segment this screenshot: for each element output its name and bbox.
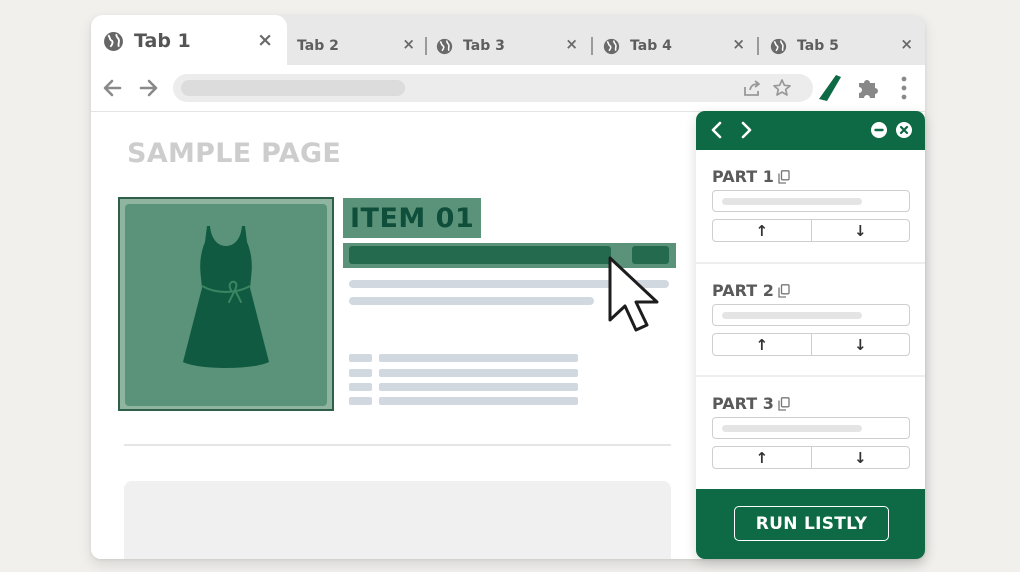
arrow-up-icon: ↑ [755,448,769,467]
back-arrow-icon[interactable] [102,77,124,99]
tab-2-close-icon[interactable]: × [402,35,415,53]
arrow-down-icon: ↓ [853,335,867,354]
mouse-pointer-icon [608,256,659,332]
tab-5[interactable]: Tab 5 × [770,31,913,61]
part-divider [696,375,925,377]
spec-label-line [349,383,372,391]
tab-1-label: Tab 1 [134,30,191,52]
tab-1[interactable]: Tab 1 × [91,15,287,67]
globe-icon [603,38,620,54]
spec-value-line [379,397,578,405]
copy-icon[interactable] [778,396,790,411]
part-3-label: PART 3 [712,394,774,413]
minus-icon [874,128,884,132]
content-placeholder-block [124,481,671,559]
content-divider [124,444,671,446]
part-3-move-up-button[interactable]: ↑ [713,447,811,468]
forward-arrow-icon[interactable] [137,77,159,99]
item-title[interactable]: ITEM 01 [343,198,482,238]
part-2-label-row: PART 2 [712,281,790,300]
tab-4[interactable]: Tab 4 × [603,31,745,61]
description-line [349,297,594,305]
part-3-selector-input[interactable] [712,417,910,439]
chevron-left-icon[interactable] [706,119,728,141]
product-image[interactable] [118,197,334,411]
run-listly-button[interactable]: RUN LISTLY [734,506,889,541]
globe-icon [436,38,453,54]
spec-label-line [349,369,372,377]
part-3-label-row: PART 3 [712,394,790,413]
share-icon[interactable] [742,78,762,98]
tab-4-close-icon[interactable]: × [732,35,745,53]
product-image-frame [125,204,327,406]
more-menu-icon[interactable] [900,76,908,100]
chevron-right-icon[interactable] [735,119,757,141]
close-panel-button[interactable] [896,122,912,138]
tab-strip: Tab 1 × Tab 2 × Tab 3 × Tab 4 × Tab 5 × [91,15,925,67]
part-1-label-row: PART 1 [712,167,790,186]
listly-side-panel: PART 1 ↑ ↓ PART 2 ↑ ↓ PART 3 ↑ ↓ RUN LIS… [696,111,925,559]
star-icon[interactable] [772,78,792,98]
tab-separator [591,37,593,55]
browser-toolbar [91,65,925,112]
tab-3[interactable]: Tab 3 × [436,31,578,61]
selected-field-bar [349,246,611,264]
spec-value-line [379,383,578,391]
listly-extension-icon[interactable] [818,74,842,102]
part-3-move-controls: ↑ ↓ [712,446,910,469]
tab-5-close-icon[interactable]: × [900,35,913,53]
panel-footer: RUN LISTLY [696,489,925,559]
spec-value-line [379,354,578,362]
part-1-move-down-button[interactable]: ↓ [810,220,910,241]
spec-value-line [379,369,578,377]
part-2-move-up-button[interactable]: ↑ [713,334,811,355]
tab-separator [425,37,427,55]
part-1-move-up-button[interactable]: ↑ [713,220,811,241]
tab-2[interactable]: Tab 2 × [297,31,415,61]
tab-5-label: Tab 5 [797,38,839,54]
part-2-move-controls: ↑ ↓ [712,333,910,356]
part-divider [696,262,925,264]
tab-separator [757,37,759,55]
tab-1-close-icon[interactable]: × [257,29,273,51]
tab-3-close-icon[interactable]: × [565,35,578,53]
copy-icon[interactable] [778,283,790,298]
tab-2-label: Tab 2 [297,38,339,54]
globe-icon [104,31,123,51]
page-title: SAMPLE PAGE [127,138,342,169]
dress-icon [183,226,269,368]
part-2-selector-input[interactable] [712,304,910,326]
arrow-up-icon: ↑ [755,221,769,240]
part-1-label: PART 1 [712,167,774,186]
puzzle-extensions-icon[interactable] [856,76,880,100]
spec-label-line [349,397,372,405]
input-placeholder-bar [722,312,862,319]
globe-icon [770,38,787,54]
copy-icon[interactable] [778,169,790,184]
part-2-label: PART 2 [712,281,774,300]
part-2-move-down-button[interactable]: ↓ [810,334,910,355]
part-1-move-controls: ↑ ↓ [712,219,910,242]
part-3-move-down-button[interactable]: ↓ [810,447,910,468]
spec-label-line [349,354,372,362]
tab-3-label: Tab 3 [463,38,505,54]
input-placeholder-bar [722,198,862,205]
minimize-button[interactable] [871,122,887,138]
url-placeholder-bar [181,80,405,96]
address-bar[interactable] [173,74,813,102]
panel-header [696,111,925,150]
tab-4-label: Tab 4 [630,38,672,54]
arrow-down-icon: ↓ [853,221,867,240]
arrow-down-icon: ↓ [853,448,867,467]
input-placeholder-bar [722,425,862,432]
close-icon [899,125,909,135]
part-1-selector-input[interactable] [712,190,910,212]
arrow-up-icon: ↑ [755,335,769,354]
